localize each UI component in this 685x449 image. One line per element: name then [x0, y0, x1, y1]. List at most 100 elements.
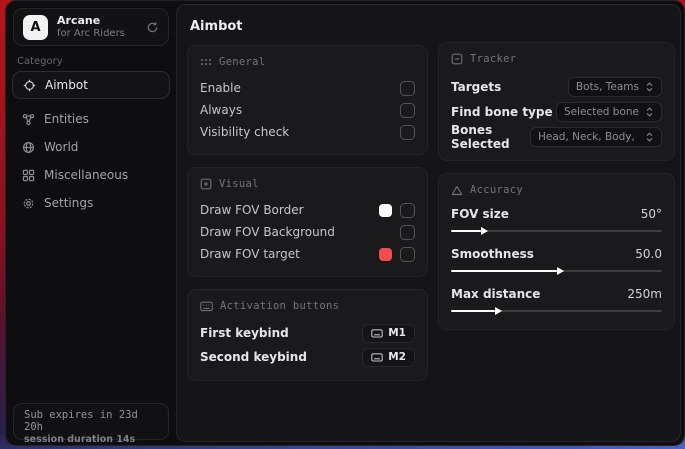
sidebar-item-label: World [44, 140, 78, 154]
setting-row-visibility-check: Visibility check [200, 121, 415, 143]
sidebar-item-label: Entities [44, 112, 89, 126]
app-title-block: Arcane for Arc Riders [57, 15, 137, 39]
mouse-key-icon [371, 353, 383, 362]
page-title: Aimbot [190, 19, 243, 34]
max-distance-slider[interactable] [451, 306, 662, 316]
dots-grid-icon [200, 56, 212, 68]
first-keybind-button[interactable]: M1 [362, 324, 415, 343]
keybind-value: M2 [388, 351, 406, 363]
category-label: Category [17, 56, 63, 67]
slider-fill [451, 310, 495, 312]
general-card: General Enable Always Visibility check [187, 45, 428, 155]
grid-layout-icon [22, 169, 35, 182]
bones-selected-dropdown[interactable]: Head, Neck, Body, Fe... [530, 127, 662, 147]
setting-label: Targets [451, 80, 501, 94]
setting-label: Visibility check [200, 125, 289, 139]
chevron-up-down-icon [645, 107, 654, 117]
app-window: A Arcane for Arc Riders Category Aimbot [5, 0, 685, 446]
minus-square-icon [451, 53, 463, 65]
visibility-check-checkbox[interactable] [400, 125, 415, 140]
setting-row-draw-fov-target: Draw FOV target [200, 243, 415, 265]
setting-group-fov-size: FOV size 50° [451, 205, 662, 236]
setting-row-draw-fov-border: Draw FOV Border [200, 199, 415, 221]
activation-card-header: Activation buttons [200, 300, 415, 312]
setting-row-bones-selected: Bones Selected Head, Neck, Body, Fe... [451, 124, 662, 149]
sidebar-item-label: Aimbot [45, 78, 88, 92]
chevron-up-down-icon [645, 132, 654, 142]
app-subtitle: for Arc Riders [57, 28, 137, 40]
activation-buttons-card: Activation buttons First keybind M1 S [187, 289, 428, 381]
sidebar-item-settings[interactable]: Settings [12, 189, 170, 217]
plus-square-icon [200, 178, 212, 190]
draw-fov-background-checkbox[interactable] [400, 225, 415, 240]
main-panel: Aimbot General Enable [176, 4, 681, 442]
visual-card-header: Visual [200, 178, 415, 190]
sidebar: A Arcane for Arc Riders Category Aimbot [6, 1, 176, 445]
accuracy-card: Accuracy FOV size 50° [438, 173, 675, 330]
setting-controls [400, 225, 415, 240]
second-keybind-button[interactable]: M2 [362, 348, 415, 367]
logo-card: A Arcane for Arc Riders [13, 8, 169, 46]
setting-label: Draw FOV target [200, 247, 300, 261]
draw-fov-target-checkbox[interactable] [400, 247, 415, 262]
slider-value: 50° [641, 207, 662, 221]
keybind-value: M1 [388, 327, 406, 339]
setting-label: Smoothness [451, 247, 534, 261]
session-duration-text: session duration 14s [24, 434, 158, 445]
find-bone-type-dropdown[interactable]: Selected bone [556, 102, 662, 122]
sidebar-nav: Aimbot Entities World [12, 71, 170, 217]
smoothness-slider[interactable] [451, 266, 662, 276]
dropdown-value: Bots, Teams [576, 81, 639, 93]
accuracy-card-header: Accuracy [451, 184, 662, 196]
globe-icon [22, 141, 35, 154]
dropdown-value: Head, Neck, Body, Fe... [538, 131, 639, 143]
setting-label: Bones Selected [451, 123, 530, 151]
setting-row-draw-fov-background: Draw FOV Background [200, 221, 415, 243]
slider-thumb[interactable] [495, 307, 502, 315]
app-logo: A [23, 15, 48, 40]
sidebar-item-miscellaneous[interactable]: Miscellaneous [12, 161, 170, 189]
refresh-icon[interactable] [146, 21, 159, 34]
slider-thumb[interactable] [557, 267, 564, 275]
sidebar-item-label: Miscellaneous [44, 168, 128, 182]
subscription-info-box: Sub expires in 23d 20h session duration … [13, 403, 169, 440]
setting-label: Find bone type [451, 105, 553, 119]
sidebar-item-aimbot[interactable]: Aimbot [12, 71, 170, 99]
triangle-icon [451, 185, 463, 196]
slider-fill [451, 230, 481, 232]
slider-thumb[interactable] [481, 227, 488, 235]
sidebar-item-world[interactable]: World [12, 133, 170, 161]
general-card-header: General [200, 56, 415, 68]
setting-label: Draw FOV Background [200, 225, 335, 239]
setting-label: First keybind [200, 326, 289, 340]
right-column: Tracker Targets Bots, Teams Find bone [438, 42, 675, 330]
setting-row-find-bone-type: Find bone type Selected bone [451, 99, 662, 124]
setting-label: Max distance [451, 287, 540, 301]
setting-group-smoothness: Smoothness 50.0 [451, 245, 662, 276]
fov-target-color-swatch[interactable] [379, 248, 392, 261]
tracker-card: Tracker Targets Bots, Teams Find bone [438, 42, 675, 161]
app-name: Arcane [57, 15, 137, 28]
enable-checkbox[interactable] [400, 81, 415, 96]
setting-row-enable: Enable [200, 77, 415, 99]
setting-label: Draw FOV Border [200, 203, 304, 217]
targets-dropdown[interactable]: Bots, Teams [568, 77, 662, 97]
setting-label: Second keybind [200, 350, 307, 364]
desktop-background: { "app": { "logo_letter": "A", "name": "… [0, 0, 685, 449]
draw-fov-border-checkbox[interactable] [400, 203, 415, 218]
setting-label: Always [200, 103, 242, 117]
setting-controls [379, 247, 415, 262]
left-column: General Enable Always Visibility check [187, 45, 428, 381]
setting-group-max-distance: Max distance 250m [451, 285, 662, 316]
dropdown-value: Selected bone [564, 106, 639, 118]
gear-icon [22, 197, 35, 210]
always-checkbox[interactable] [400, 103, 415, 118]
setting-label: Enable [200, 81, 241, 95]
sub-expiry-text: Sub expires in 23d 20h [24, 409, 158, 433]
chevron-up-down-icon [645, 82, 654, 92]
card-title: Accuracy [470, 184, 523, 196]
visual-card: Visual Draw FOV Border Draw FOV Backgrou… [187, 167, 428, 277]
sidebar-item-entities[interactable]: Entities [12, 105, 170, 133]
fov-border-color-swatch[interactable] [379, 204, 392, 217]
fov-size-slider[interactable] [451, 226, 662, 236]
